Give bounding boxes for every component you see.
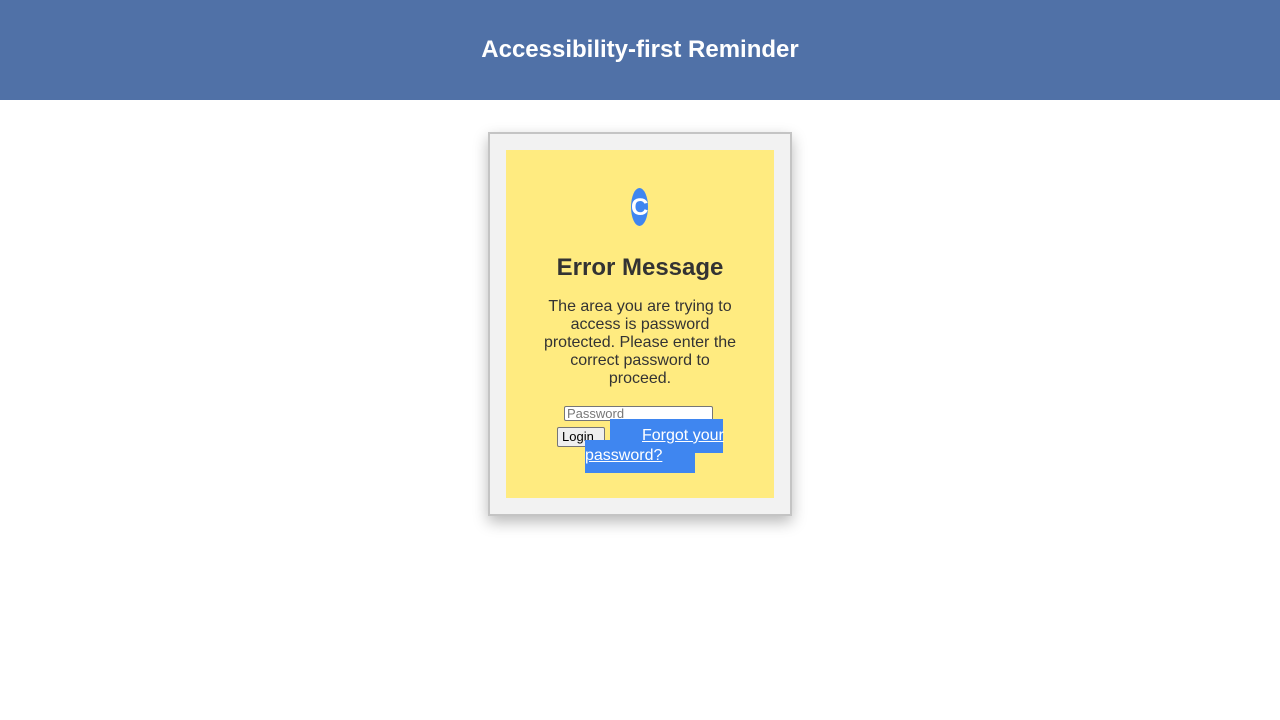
forgot-password-link[interactable]: Forgot your password? [585, 426, 729, 466]
app-header: Accessibility-first Reminder [0, 0, 1280, 100]
error-message: The area you are trying to access is pas… [543, 298, 737, 387]
error-title: Error Message [556, 254, 724, 281]
error-card: C Error Message The area you are trying … [506, 150, 774, 498]
header-title: Accessibility-first Reminder [481, 36, 799, 63]
dialog-frame: C Error Message The area you are trying … [488, 132, 792, 516]
avatar: C [631, 188, 648, 226]
